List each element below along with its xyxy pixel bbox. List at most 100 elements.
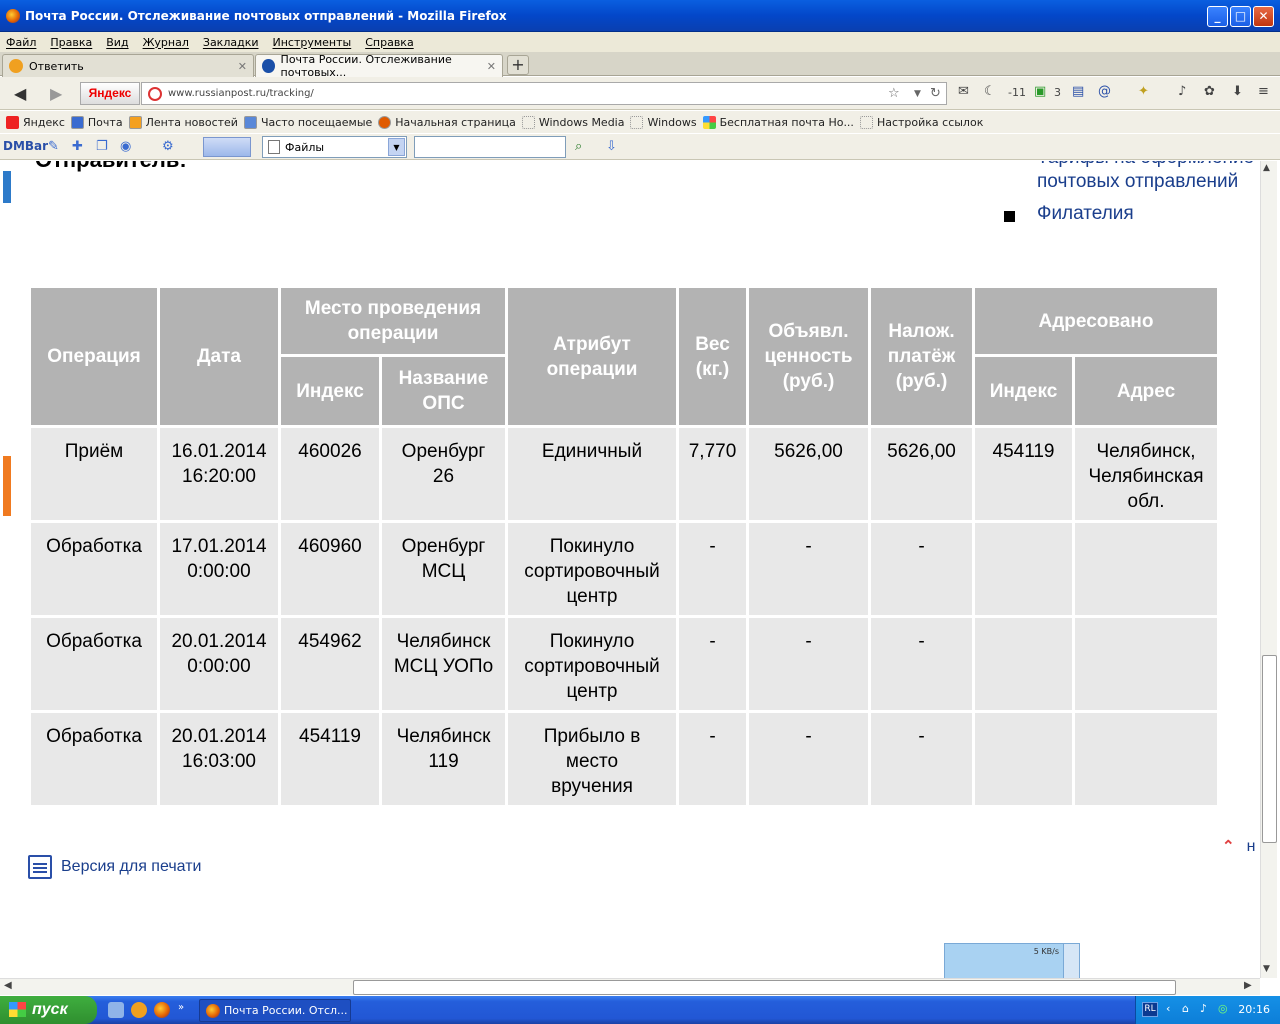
- tab-reply[interactable]: Ответить ✕: [2, 54, 254, 77]
- cell-value: 5626,00: [749, 428, 868, 520]
- mail-count: -11: [1008, 86, 1026, 99]
- menu-bookmarks[interactable]: Закладки: [203, 36, 259, 49]
- vertical-scrollbar[interactable]: ▲ ▼: [1260, 161, 1277, 978]
- volume-icon[interactable]: ♪: [1200, 1002, 1207, 1015]
- page-icon: [521, 115, 535, 129]
- header-operation: Операция: [31, 288, 157, 425]
- menubar: Файл Правка Вид Журнал Закладки Инструме…: [0, 32, 1280, 52]
- bookmark-customize[interactable]: Настройка ссылок: [859, 115, 983, 129]
- bookmark-mail[interactable]: Почта: [70, 115, 123, 129]
- tools-icon[interactable]: ⚙: [162, 139, 174, 154]
- language-indicator[interactable]: RL: [1142, 1002, 1158, 1017]
- menu-tools[interactable]: Инструменты: [273, 36, 352, 49]
- mail-icon: [70, 115, 84, 129]
- philately-link[interactable]: Филателия: [1037, 203, 1134, 225]
- window-titlebar[interactable]: Почта России. Отслеживание почтовых отпр…: [0, 0, 1280, 32]
- dm-slider[interactable]: [203, 137, 251, 157]
- bullet-icon: [1004, 211, 1015, 222]
- new-tab-button[interactable]: +: [507, 55, 529, 75]
- dmbar-label: DMBar: [3, 139, 49, 153]
- system-tray: RL ‹ ⌂ ♪ ◎ 20:16: [1135, 996, 1280, 1024]
- scroll-left-icon[interactable]: ◀: [4, 980, 12, 991]
- start-button[interactable]: пуск: [0, 996, 97, 1024]
- download-icon[interactable]: ⇩: [606, 139, 617, 154]
- reload-icon[interactable]: ↻: [930, 86, 941, 101]
- download-icon[interactable]: ⬇: [1232, 84, 1243, 99]
- mail-icon[interactable]: ✉: [958, 84, 969, 99]
- bookmark-news[interactable]: Лента новостей: [128, 115, 238, 129]
- tab-close-icon[interactable]: ✕: [487, 60, 496, 73]
- scroll-thumb[interactable]: [1262, 655, 1277, 843]
- bookmark-hotmail[interactable]: Бесплатная почта Но...: [702, 115, 854, 129]
- widget-side-icons[interactable]: [1063, 944, 1079, 978]
- scroll-up-icon[interactable]: ▲: [1263, 163, 1270, 173]
- header-addressed: Адресовано: [975, 288, 1217, 354]
- taskbar-item-firefox[interactable]: Почта России. Отсл...: [199, 999, 351, 1022]
- forward-icon[interactable]: ▶: [50, 84, 62, 103]
- scroll-down-icon[interactable]: ▼: [1263, 964, 1270, 974]
- rss-icon: [128, 115, 142, 129]
- back-icon[interactable]: ◀: [14, 84, 26, 103]
- desktop-icon[interactable]: [108, 1002, 124, 1018]
- maximize-button[interactable]: □: [1230, 6, 1251, 27]
- bird-icon[interactable]: ✦: [1138, 84, 1149, 99]
- cell-address: Челябинск, Челябинская обл.: [1075, 428, 1217, 520]
- search-icon[interactable]: ⌕: [575, 139, 582, 154]
- at-icon[interactable]: @: [1098, 84, 1111, 99]
- menu-file[interactable]: Файл: [6, 36, 36, 49]
- bookmark-home[interactable]: Начальная страница: [378, 115, 516, 129]
- speaker-icon[interactable]: ♪: [1178, 84, 1186, 99]
- other-count: 3: [1054, 86, 1061, 99]
- moon-icon[interactable]: ☾: [984, 84, 996, 99]
- yandex-button[interactable]: Яндекс: [80, 82, 140, 105]
- tray-chevron-icon[interactable]: ‹: [1166, 1002, 1170, 1015]
- bookmark-yandex[interactable]: Яндекс: [6, 115, 65, 129]
- menu-edit[interactable]: Правка: [50, 36, 92, 49]
- menu-icon[interactable]: ≡: [1258, 84, 1269, 99]
- tab-close-icon[interactable]: ✕: [238, 60, 247, 73]
- chat-icon[interactable]: ✎: [48, 139, 59, 154]
- dm-search-input[interactable]: [414, 136, 566, 158]
- menu-history[interactable]: Журнал: [143, 36, 189, 49]
- to-top-link[interactable]: ⌃ н: [1222, 837, 1255, 856]
- bookmark-windows[interactable]: Windows: [630, 115, 697, 129]
- status-icon[interactable]: ◎: [1218, 1002, 1228, 1015]
- network-icon[interactable]: ⌂: [1182, 1002, 1189, 1015]
- header-cod: Налож. платёж (руб.): [871, 288, 972, 425]
- close-button[interactable]: ✕: [1253, 6, 1274, 27]
- translate-icon[interactable]: ▤: [1072, 84, 1084, 99]
- print-version-link[interactable]: Версия для печати: [28, 855, 201, 879]
- site-identity-icon: [148, 87, 162, 101]
- menu-help[interactable]: Справка: [365, 36, 413, 49]
- aimp-icon[interactable]: [131, 1002, 147, 1018]
- tab-russianpost[interactable]: Почта России. Отслеживание почтовых... ✕: [255, 53, 503, 79]
- dm-file-select[interactable]: Файлы ▼: [262, 136, 407, 158]
- scroll-thumb[interactable]: [353, 980, 1176, 995]
- yandex-label: Яндекс: [88, 86, 132, 100]
- chevron-icon[interactable]: »: [178, 1002, 194, 1018]
- windows-icon[interactable]: ❐: [96, 139, 108, 154]
- firefox-icon[interactable]: [154, 1002, 170, 1018]
- bookmark-star-icon[interactable]: ☆: [888, 86, 900, 101]
- scroll-right-icon[interactable]: ▶: [1244, 980, 1252, 991]
- page-icon: [859, 115, 873, 129]
- globe-icon[interactable]: ◉: [120, 139, 131, 154]
- plus-icon[interactable]: ✚: [72, 139, 83, 154]
- bookmark-windows-media[interactable]: Windows Media: [521, 115, 624, 129]
- url-bar[interactable]: www.russianpost.ru/tracking/ ☆ ▼ ↻: [141, 82, 947, 105]
- addon-icon[interactable]: ✿: [1204, 84, 1215, 99]
- tariffs-link[interactable]: Тарифы на оформление: [1037, 161, 1254, 169]
- chevron-down-icon[interactable]: ▼: [388, 138, 405, 156]
- postal-items-link[interactable]: почтовых отправлений: [1037, 171, 1238, 193]
- money-icon[interactable]: ▣: [1034, 84, 1046, 99]
- print-icon: [28, 855, 52, 879]
- dropdown-icon[interactable]: ▼: [914, 89, 921, 99]
- table-row: Приём 16.01.2014 16:20:00 460026 Оренбург…: [31, 428, 1217, 520]
- cell-weight: -: [679, 523, 746, 615]
- bookmark-most-visited[interactable]: Часто посещаемые: [243, 115, 372, 129]
- menu-view[interactable]: Вид: [106, 36, 128, 49]
- cell-weight: -: [679, 618, 746, 710]
- download-speed-widget[interactable]: 5 KB/s: [944, 943, 1080, 978]
- minimize-button[interactable]: _: [1207, 6, 1228, 27]
- horizontal-scrollbar[interactable]: ◀ ▶: [0, 978, 1260, 995]
